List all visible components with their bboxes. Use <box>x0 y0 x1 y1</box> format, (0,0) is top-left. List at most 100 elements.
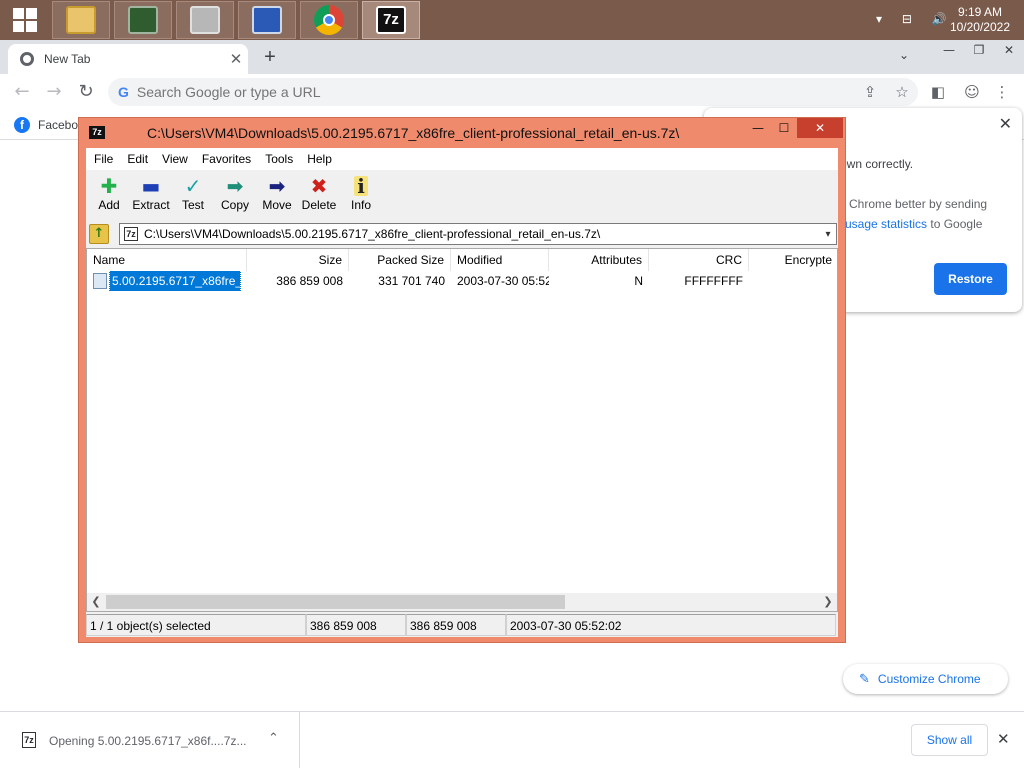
table-row[interactable]: 5.00.2195.6717_x86fre_cl... 386 859 008 … <box>87 271 837 291</box>
scroll-right-icon[interactable]: ❯ <box>819 593 837 611</box>
file-size: 386 859 008 <box>276 274 343 288</box>
7zip-status-bar: 1 / 1 object(s) selected 386 859 008 386… <box>86 614 838 636</box>
taskbar-printer[interactable] <box>176 1 234 39</box>
column-attributes[interactable]: Attributes <box>549 249 649 271</box>
tray-icons[interactable]: ▾ ⊟ 🔊 <box>876 12 955 26</box>
taskbar-file-explorer[interactable] <box>52 1 110 39</box>
info-icon: i <box>354 174 368 198</box>
7zip-window-title: C:\Users\VM4\Downloads\5.00.2195.6717_x8… <box>147 125 680 141</box>
reload-button[interactable]: ↻ <box>74 80 98 104</box>
pencil-icon: ✎ <box>859 671 870 687</box>
forward-button[interactable]: → <box>42 80 66 104</box>
up-folder-icon[interactable]: ↑ <box>89 224 109 244</box>
horizontal-scrollbar[interactable]: ❮ ❯ <box>87 593 837 611</box>
7zip-close-button[interactable]: ✕ <box>797 118 843 138</box>
bubble-message: own correctly. <box>840 157 914 171</box>
path-text: C:\Users\VM4\Downloads\5.00.2195.6717_x8… <box>144 227 601 241</box>
copy-button[interactable]: ➡ Copy <box>214 170 256 220</box>
taskbar-chrome[interactable] <box>300 1 358 39</box>
usage-statistics-link[interactable]: usage statistics <box>845 217 927 231</box>
menu-file[interactable]: File <box>87 152 120 166</box>
customize-chrome-button[interactable]: ✎ Customize Chrome <box>843 664 1008 694</box>
share-icon[interactable]: ⇪ <box>854 83 886 101</box>
status-modified: 2003-07-30 05:52:02 <box>506 614 836 636</box>
taskbar-system-info[interactable] <box>238 1 296 39</box>
system-info-icon <box>252 6 282 34</box>
file-list: Name Size Packed Size Modified Attribute… <box>86 248 838 612</box>
omnibox[interactable]: G ⇪ ☆ <box>108 78 918 106</box>
taskbar-terminal[interactable] <box>114 1 172 39</box>
path-dropdown-icon[interactable]: ▾ <box>820 229 836 240</box>
menu-tools[interactable]: Tools <box>258 152 300 166</box>
column-encrypted[interactable]: Encrypte <box>749 249 837 271</box>
archive-icon: 7z <box>124 227 138 241</box>
copy-label: Copy <box>220 198 249 212</box>
chrome-menu-icon[interactable]: ⋮ <box>990 80 1014 104</box>
status-packed: 386 859 008 <box>406 614 506 636</box>
tab-search-icon[interactable]: ⌄ <box>899 48 909 62</box>
show-all-button[interactable]: Show all <box>911 724 988 756</box>
move-icon: ➡ <box>268 174 286 198</box>
menu-edit[interactable]: Edit <box>120 152 155 166</box>
side-panel-icon[interactable]: ◧ <box>926 80 950 104</box>
file-icon <box>93 273 107 289</box>
shelf-close-icon[interactable]: ✕ <box>997 730 1010 748</box>
test-button[interactable]: ✓ Test <box>172 170 214 220</box>
add-label: Add <box>98 198 120 212</box>
bubble-checkbox-text: Chrome better by sending <box>849 197 988 211</box>
bubble-text-rest: to Google <box>927 217 983 231</box>
extract-button[interactable]: ▬ Extract <box>130 170 172 220</box>
file-encrypted <box>749 271 837 291</box>
copy-icon: ➡ <box>226 174 244 198</box>
status-selected: 1 / 1 object(s) selected <box>86 614 306 636</box>
add-button[interactable]: ✚ Add <box>88 170 130 220</box>
file-list-header: Name Size Packed Size Modified Attribute… <box>87 249 837 271</box>
delete-icon: ✖ <box>310 174 328 198</box>
column-name[interactable]: Name <box>87 249 247 271</box>
7zip-minimize-button[interactable]: — <box>745 118 771 138</box>
column-crc[interactable]: CRC <box>649 249 749 271</box>
path-combobox[interactable]: 7z C:\Users\VM4\Downloads\5.00.2195.6717… <box>119 223 837 245</box>
taskbar-7zip[interactable]: 7z <box>362 1 420 39</box>
info-label: Info <box>350 198 371 212</box>
address-input[interactable] <box>136 84 854 100</box>
7zip-titlebar[interactable]: 7z C:\Users\VM4\Downloads\5.00.2195.6717… <box>79 118 845 148</box>
column-modified[interactable]: Modified <box>451 249 549 271</box>
column-size[interactable]: Size <box>247 249 349 271</box>
info-button[interactable]: i Info <box>340 170 382 220</box>
column-packed-size[interactable]: Packed Size <box>349 249 451 271</box>
restore-button[interactable]: Restore <box>934 263 1007 295</box>
tab-close-icon[interactable]: ✕ <box>224 50 248 68</box>
download-item[interactable]: 7z Opening 5.00.2195.6717_x86f....7z... … <box>0 712 300 768</box>
new-tab-button[interactable]: + <box>258 46 282 70</box>
7zip-maximize-button[interactable]: ☐ <box>771 118 797 138</box>
scroll-left-icon[interactable]: ❮ <box>87 593 105 611</box>
menu-view[interactable]: View <box>155 152 195 166</box>
delete-button[interactable]: ✖ Delete <box>298 170 340 220</box>
file-name: 5.00.2195.6717_x86fre_cl... <box>109 271 241 291</box>
menu-help[interactable]: Help <box>300 152 339 166</box>
file-crc: FFFFFFFF <box>684 274 743 288</box>
minimize-button[interactable]: — <box>934 40 964 60</box>
chrome-window-controls: — ❐ ✕ <box>934 40 1024 60</box>
menu-favorites[interactable]: Favorites <box>195 152 258 166</box>
7zip-icon: 7z <box>376 6 406 34</box>
profile-icon[interactable]: ☺ <box>960 80 984 104</box>
clock[interactable]: 9:19 AM 10/20/2022 <box>950 5 1010 35</box>
start-button[interactable] <box>0 0 50 40</box>
tab-new-tab[interactable]: New Tab ✕ <box>8 44 248 74</box>
bookmark-star-icon[interactable]: ☆ <box>886 83 918 101</box>
bookmark-facebook[interactable]: f Faceboo <box>14 117 85 133</box>
close-button[interactable]: ✕ <box>994 40 1024 60</box>
windows-logo-icon <box>13 8 37 32</box>
bubble-close-icon[interactable]: ✕ <box>999 114 1012 133</box>
move-button[interactable]: ➡ Move <box>256 170 298 220</box>
maximize-button[interactable]: ❐ <box>964 40 994 60</box>
7zip-toolbar: ✚ Add ▬ Extract ✓ Test ➡ Copy ➡ Move ✖ D… <box>86 170 838 220</box>
chevron-up-icon[interactable]: ⌃ <box>268 731 279 746</box>
7zip-window: 7z C:\Users\VM4\Downloads\5.00.2195.6717… <box>78 117 846 643</box>
scrollbar-thumb[interactable] <box>106 595 565 609</box>
file-attributes: N <box>634 274 643 288</box>
back-button[interactable]: ← <box>10 80 34 104</box>
bubble-checkbox-text-2: usage statistics to Google <box>845 217 982 231</box>
